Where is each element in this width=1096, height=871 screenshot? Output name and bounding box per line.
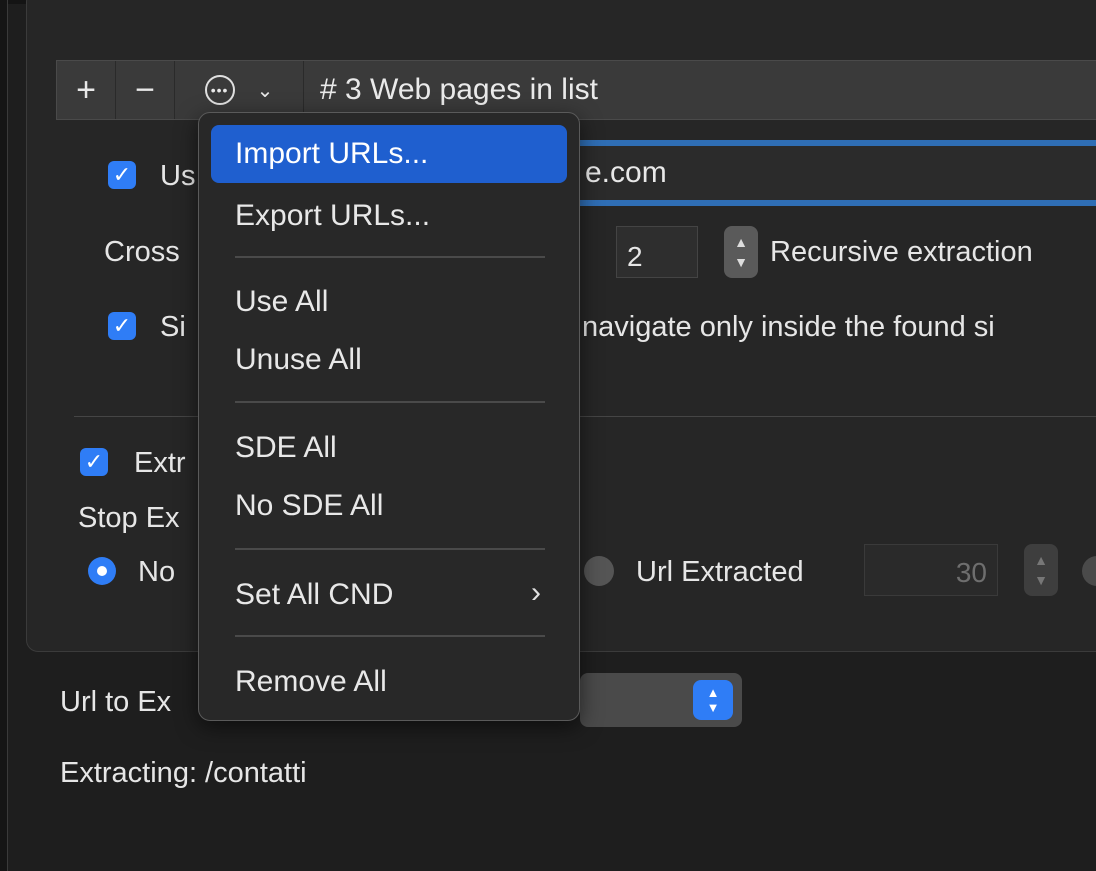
menu-item-unuse-all[interactable]: Unuse All — [211, 331, 567, 389]
use-checkbox[interactable]: ✓ — [108, 161, 136, 189]
menu-item-label: No SDE All — [235, 489, 384, 522]
selected-url-text: e.com — [585, 156, 667, 189]
site-navigation-text: navigate only inside the found si — [582, 311, 995, 343]
chevron-right-icon: › — [531, 576, 541, 609]
menu-item-sde-all[interactable]: SDE All — [211, 419, 567, 477]
radio-url-extracted[interactable] — [584, 556, 614, 586]
chevron-down-icon: ▼ — [1034, 572, 1048, 588]
url-extracted-stepper[interactable]: ▲ ▼ — [1024, 544, 1058, 596]
url-extracted-count-field[interactable]: 30 — [864, 544, 998, 596]
menu-item-label: Use All — [235, 285, 329, 318]
radio-no-label: No — [138, 556, 176, 588]
selected-url-row[interactable] — [490, 140, 1096, 206]
menu-item-remove-all[interactable]: Remove All — [211, 653, 567, 711]
depth-stepper[interactable]: ▲ ▼ — [724, 226, 758, 278]
add-url-button[interactable]: + — [57, 61, 116, 119]
url-list-toolbar: + − ••• ⌄ # 3 Web pages in list — [56, 60, 1096, 120]
url-to-extract-label: Url to Ex — [60, 686, 172, 718]
radio-url-extracted-label: Url Extracted — [636, 556, 804, 588]
menu-item-no-sde-all[interactable]: No SDE All — [211, 477, 567, 535]
menu-item-import-urls[interactable]: Import URLs... — [211, 125, 567, 183]
menu-separator — [235, 548, 545, 550]
menu-separator — [235, 256, 545, 258]
menu-item-set-all-cnd[interactable]: Set All CND › — [211, 566, 567, 624]
select-arrows-icon[interactable]: ▲ ▼ — [693, 680, 733, 720]
chevron-up-icon: ▲ — [734, 234, 748, 250]
recursive-extraction-label: Recursive extraction — [770, 236, 1033, 268]
use-checkbox-label: Us — [160, 160, 196, 192]
site-checkbox[interactable]: ✓ — [108, 312, 136, 340]
menu-item-label: Export URLs... — [235, 199, 431, 232]
depth-field[interactable]: 2 — [616, 226, 698, 278]
menu-item-label: Unuse All — [235, 343, 362, 376]
stop-extraction-label: Stop Ex — [78, 502, 180, 534]
extracting-status: Extracting: /contatti — [60, 757, 307, 789]
window-edge — [0, 0, 8, 871]
web-pages-count-label: # 3 Web pages in list — [320, 73, 598, 106]
menu-item-export-urls[interactable]: Export URLs... — [211, 187, 567, 245]
menu-separator — [235, 635, 545, 637]
remove-url-button[interactable]: − — [116, 61, 175, 119]
chevron-down-icon: ▼ — [734, 254, 748, 270]
menu-item-label: Import URLs... — [235, 137, 429, 170]
cross-label: Cross — [104, 236, 180, 268]
actions-menu: Import URLs... Export URLs... Use All Un… — [198, 112, 580, 721]
menu-item-label: Set All CND — [235, 578, 394, 611]
radio-no[interactable] — [88, 557, 116, 585]
more-actions-button[interactable]: ••• ⌄ — [175, 61, 304, 119]
menu-item-label: Remove All — [235, 665, 387, 698]
ellipsis-circle-icon: ••• — [204, 75, 235, 105]
site-checkbox-label: Si — [160, 311, 186, 343]
menu-item-label: SDE All — [235, 431, 337, 464]
chevron-down-icon: ⌄ — [256, 79, 274, 102]
chevron-up-icon: ▲ — [1034, 552, 1048, 568]
menu-item-use-all[interactable]: Use All — [211, 273, 567, 331]
extract-checkbox-label: Extr — [134, 447, 186, 479]
menu-separator — [235, 401, 545, 403]
extract-checkbox[interactable]: ✓ — [80, 448, 108, 476]
